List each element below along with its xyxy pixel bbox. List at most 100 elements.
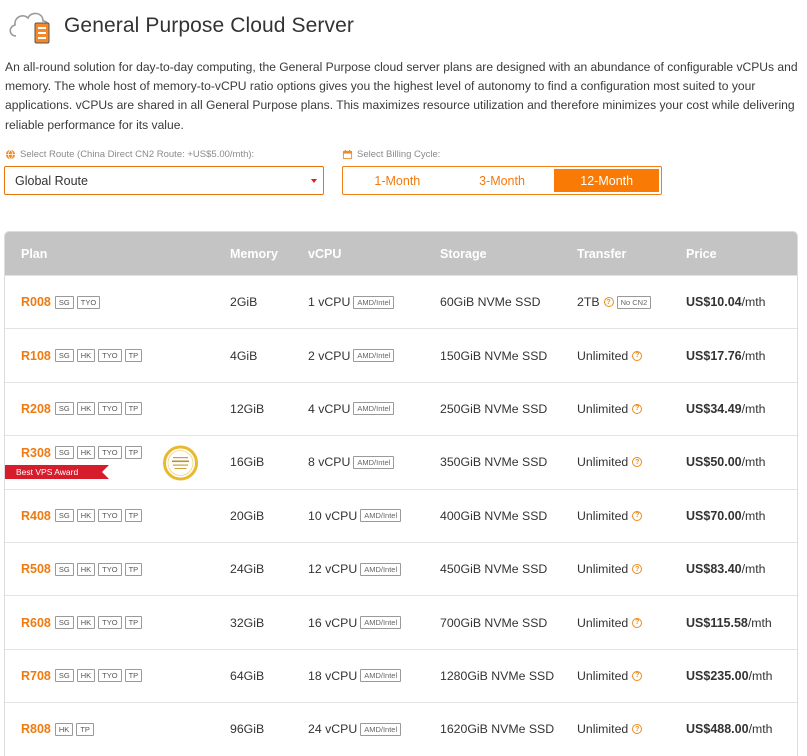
location-tag: TYO — [98, 446, 122, 460]
vcpu-cell: 24 vCPU AMD/Intel — [308, 703, 402, 755]
price-unit: /mth — [741, 348, 766, 363]
table-row[interactable]: R808 HK TP 96GiB 24 vCPU AMD/Intel 1620G… — [5, 702, 797, 756]
help-icon[interactable]: ? — [632, 724, 643, 735]
location-tag: TYO — [98, 669, 122, 683]
vcpu-value: 12 vCPU — [308, 562, 358, 577]
price-cell: US$17.76/mth — [686, 329, 766, 381]
transfer-cell: Unlimited ? — [577, 650, 643, 702]
location-tag: TYO — [98, 402, 122, 416]
billing-option-12-month[interactable]: 12-Month — [554, 169, 660, 192]
route-label: Select Route (China Direct CN2 Route: +U… — [5, 149, 254, 160]
storage-cell: 1620GiB NVMe SSD — [440, 722, 555, 737]
plan-cell: R708 SG HK TYO TP — [21, 650, 145, 702]
price-unit: /mth — [741, 455, 766, 470]
table-row[interactable]: R208 SG HK TYO TP 12GiB 4 vCPU AMD/Intel… — [5, 381, 797, 436]
memory-cell: 32GiB — [230, 615, 265, 630]
transfer-cell: Unlimited ? — [577, 329, 643, 381]
billing-option-1-month[interactable]: 1-Month — [345, 169, 450, 192]
price-cell: US$235.00/mth — [686, 650, 772, 702]
billing-option-3-month[interactable]: 3-Month — [449, 169, 555, 192]
location-tag: HK — [76, 446, 96, 460]
plan-name[interactable]: R308 — [21, 446, 51, 460]
billing-cycle-selector: 1-Month 3-Month 12-Month — [342, 166, 662, 195]
help-icon[interactable]: ? — [632, 617, 643, 628]
help-icon[interactable]: ? — [603, 297, 614, 308]
price-value: US$488.00 — [686, 722, 749, 737]
help-icon[interactable]: ? — [632, 510, 643, 521]
transfer-cell: Unlimited ? — [577, 596, 643, 648]
location-tag: TP — [124, 562, 143, 576]
vcpu-value: 4 vCPU — [308, 401, 351, 416]
price-unit: /mth — [741, 401, 766, 416]
table-row[interactable]: R108 SG HK TYO TP 4GiB 2 vCPU AMD/Intel … — [5, 328, 797, 382]
cpu-type-tag: AMD/Intel — [353, 295, 395, 309]
transfer-cell: Unlimited ? — [577, 490, 643, 542]
plan-name[interactable]: R008 — [21, 295, 51, 309]
header-vcpu: vCPU — [308, 246, 342, 261]
calendar-icon — [342, 149, 353, 160]
transfer-cell: Unlimited ? — [577, 383, 643, 435]
table-row[interactable]: R308 SG HK TYO TP Best VPS Award 16GiB 8… — [5, 435, 797, 489]
location-tag: SG — [54, 562, 74, 576]
cpu-type-tag: AMD/Intel — [353, 349, 395, 363]
header-plan: Plan — [21, 246, 48, 261]
vcpu-cell: 10 vCPU AMD/Intel — [308, 490, 402, 542]
transfer-cell: Unlimited ? — [577, 436, 643, 488]
vcpu-value: 1 vCPU — [308, 295, 351, 310]
plan-name[interactable]: R608 — [21, 616, 51, 630]
table-row[interactable]: R608 SG HK TYO TP 32GiB 16 vCPU AMD/Inte… — [5, 595, 797, 649]
billing-label-text: Select Billing Cycle: — [357, 149, 441, 160]
price-value: US$235.00 — [686, 668, 749, 683]
storage-cell: 250GiB NVMe SSD — [440, 401, 548, 416]
memory-cell: 12GiB — [230, 401, 265, 416]
plan-name[interactable]: R108 — [21, 349, 51, 363]
plan-name[interactable]: R208 — [21, 402, 51, 416]
table-header: Plan Memory vCPU Storage Transfer Price — [5, 232, 797, 275]
help-icon[interactable]: ? — [632, 564, 643, 575]
table-row[interactable]: R508 SG HK TYO TP 24GiB 12 vCPU AMD/Inte… — [5, 541, 797, 596]
plan-name[interactable]: R808 — [21, 722, 51, 736]
vcpu-cell: 12 vCPU AMD/Intel — [308, 543, 402, 595]
plan-name[interactable]: R508 — [21, 562, 51, 576]
help-icon[interactable]: ? — [632, 350, 643, 361]
transfer-value: 2TB — [577, 295, 600, 310]
plan-cell: R208 SG HK TYO TP — [21, 383, 145, 435]
storage-cell: 350GiB NVMe SSD — [440, 455, 548, 470]
help-icon[interactable]: ? — [632, 670, 643, 681]
intro-text: An all-round solution for day-to-day com… — [5, 60, 798, 132]
plan-name[interactable]: R408 — [21, 509, 51, 523]
vcpu-value: 2 vCPU — [308, 348, 351, 363]
location-tag: HK — [76, 402, 96, 416]
help-icon[interactable]: ? — [632, 457, 643, 468]
price-value: US$83.40 — [686, 562, 742, 577]
table-row[interactable]: R708 SG HK TYO TP 64GiB 18 vCPU AMD/Inte… — [5, 648, 797, 703]
location-tag: TP — [124, 509, 143, 523]
location-tag: TYO — [98, 349, 122, 363]
table-row[interactable]: R008 SG TYO 2GiB 1 vCPU AMD/Intel 60GiB … — [5, 275, 797, 329]
cpu-type-tag: AMD/Intel — [360, 616, 402, 630]
cloud-server-icon — [9, 12, 50, 44]
location-tag: HK — [76, 349, 96, 363]
cpu-type-tag: AMD/Intel — [360, 509, 402, 523]
table-row[interactable]: R408 SG HK TYO TP 20GiB 10 vCPU AMD/Inte… — [5, 488, 797, 542]
location-tag: HK — [76, 509, 96, 523]
transfer-value: Unlimited — [577, 348, 629, 363]
vcpu-cell: 2 vCPU AMD/Intel — [308, 329, 395, 381]
help-icon[interactable]: ? — [632, 403, 643, 414]
location-tag: TP — [124, 669, 143, 683]
plans-table: Plan Memory vCPU Storage Transfer Price … — [4, 231, 798, 756]
price-unit: /mth — [748, 668, 773, 683]
location-tag: TP — [124, 349, 143, 363]
price-value: US$17.76 — [686, 348, 742, 363]
memory-cell: 64GiB — [230, 668, 265, 683]
route-select-value: Global Route — [15, 173, 88, 188]
cpu-type-tag: AMD/Intel — [353, 455, 395, 469]
plan-cell: R808 HK TP — [21, 703, 97, 755]
location-tag: HK — [76, 616, 96, 630]
transfer-value: Unlimited — [577, 508, 629, 523]
vcpu-value: 10 vCPU — [308, 508, 358, 523]
price-unit: /mth — [741, 508, 766, 523]
route-select[interactable]: Global Route — [4, 166, 324, 195]
price-cell: US$70.00/mth — [686, 490, 766, 542]
plan-name[interactable]: R708 — [21, 669, 51, 683]
